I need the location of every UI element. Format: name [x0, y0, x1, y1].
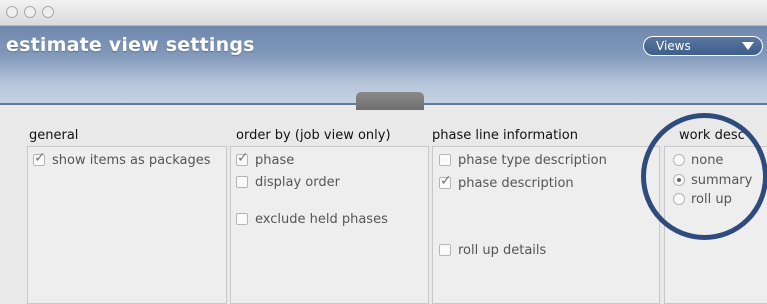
general-heading: general [29, 128, 79, 143]
phase-line-panel: phase type description phase description… [432, 146, 660, 304]
chevron-down-icon [742, 42, 754, 50]
drawer-handle[interactable] [356, 92, 424, 110]
work-desc-heading: work desc [679, 128, 745, 143]
work-desc-panel: none summary roll up [664, 146, 767, 304]
checkbox-icon [236, 213, 248, 225]
option-label: show items as packages [52, 153, 211, 168]
page-title: estimate view settings [6, 34, 255, 56]
roll-up-radio[interactable]: roll up [673, 192, 732, 207]
minimize-window-button[interactable] [24, 6, 36, 18]
option-label: display order [255, 175, 340, 190]
option-label: phase description [458, 176, 574, 191]
option-label: none [691, 153, 724, 168]
checkbox-checked-icon [236, 150, 249, 166]
checkbox-checked-icon [33, 150, 46, 166]
radio-selected-icon [673, 174, 685, 186]
checkbox-icon [439, 244, 451, 256]
views-dropdown-label: Views [656, 39, 691, 53]
option-label: phase [255, 153, 295, 168]
exclude-held-phases-checkbox[interactable]: exclude held phases [236, 212, 388, 227]
option-label: exclude held phases [255, 212, 388, 227]
phase-type-description-checkbox[interactable]: phase type description [439, 153, 607, 168]
phase-description-checkbox[interactable]: phase description [439, 173, 574, 191]
general-panel: show items as packages [27, 146, 227, 304]
none-radio[interactable]: none [673, 153, 723, 168]
option-label: summary [691, 173, 753, 188]
summary-radio[interactable]: summary [673, 173, 752, 188]
radio-icon [673, 193, 685, 205]
checkbox-checked-icon [439, 173, 452, 189]
checkbox-icon [236, 176, 248, 188]
option-label: roll up details [458, 243, 547, 258]
show-items-as-packages-checkbox[interactable]: show items as packages [33, 150, 211, 168]
roll-up-details-checkbox[interactable]: roll up details [439, 243, 546, 258]
views-dropdown[interactable]: Views [643, 36, 763, 56]
phase-line-heading: phase line information [432, 128, 578, 143]
close-window-button[interactable] [6, 6, 18, 18]
option-label: phase type description [458, 153, 607, 168]
zoom-window-button[interactable] [42, 6, 54, 18]
checkbox-icon [439, 154, 451, 166]
radio-icon [673, 154, 685, 166]
display-order-checkbox[interactable]: display order [236, 175, 340, 190]
order-by-panel: phase display order exclude held phases [230, 146, 429, 304]
phase-checkbox[interactable]: phase [236, 150, 295, 168]
option-label: roll up [691, 192, 732, 207]
title-bar [0, 0, 767, 26]
order-by-heading: order by (job view only) [236, 128, 391, 143]
